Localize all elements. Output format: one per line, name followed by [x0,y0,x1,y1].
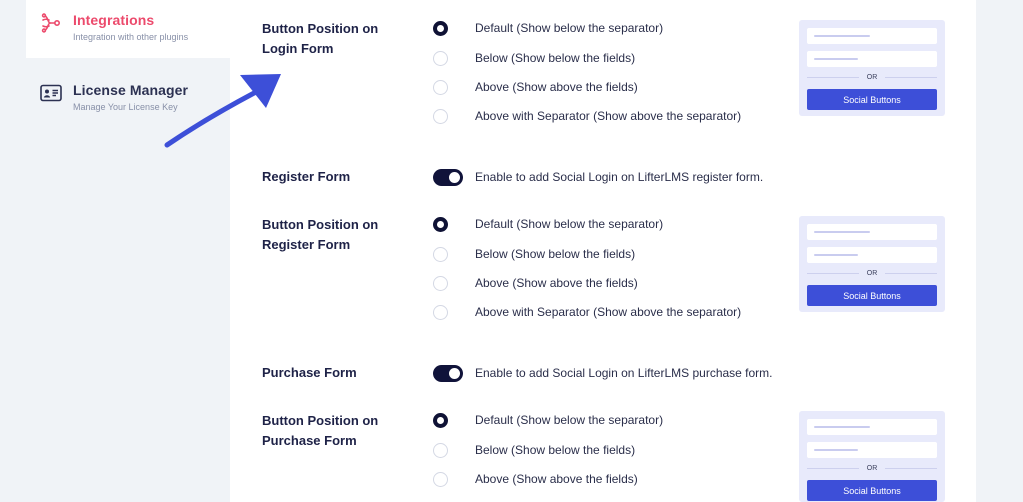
preview-separator: OR [807,72,937,82]
annotation-arrow-icon [164,74,281,148]
register-form-label: Register Form [262,169,351,184]
option-label: Above (Show above the fields) [475,276,638,290]
option-label: Above with Separator (Show above the sep… [475,305,742,319]
radio-button[interactable] [433,79,448,95]
preview-input [807,247,937,263]
preview-separator: OR [807,463,937,473]
login-position-option-default[interactable]: Default (Show below the separator) [433,18,663,38]
radio-button[interactable] [433,108,448,124]
purchase-position-label: Button Position on Purchase Form [262,413,379,448]
purchase-form-toggle-row: Enable to add Social Login on LifterLMS … [433,363,773,383]
social-buttons-preview: Social Buttons [807,480,937,501]
register-position-label: Button Position on Register Form [262,217,379,252]
radio-button[interactable] [433,20,448,36]
purchase-form-label: Purchase Form [262,365,357,380]
register-position-option-above-separator[interactable]: Above with Separator (Show above the sep… [433,302,741,322]
option-label: Above (Show above the fields) [475,472,638,486]
register-position-preview: OR Social Buttons [799,216,945,312]
preview-input [807,28,937,44]
radio-button[interactable] [433,216,448,232]
login-position-option-above[interactable]: Above (Show above the fields) [433,77,638,97]
social-buttons-preview: Social Buttons [807,285,937,306]
sidebar-item-sublabel: Integration with other plugins [73,32,189,42]
register-position-option-default[interactable]: Default (Show below the separator) [433,214,663,234]
option-label: Default (Show below the separator) [475,217,664,231]
register-form-toggle-row: Enable to add Social Login on LifterLMS … [433,167,763,187]
sidebar-item-integrations[interactable]: Integrations Integration with other plug… [26,0,230,58]
preview-input [807,224,937,240]
purchase-position-preview: OR Social Buttons [799,411,945,502]
preview-input [807,51,937,67]
radio-button[interactable] [433,275,448,291]
radio-button[interactable] [433,50,448,66]
integrations-icon [41,13,61,33]
or-text: OR [866,73,878,81]
login-position-preview: OR Social Buttons [799,20,945,116]
preview-input [807,442,937,458]
register-position-option-below[interactable]: Below (Show below the fields) [433,244,635,264]
radio-button[interactable] [433,246,448,262]
login-position-label: Button Position on Login Form [262,21,379,56]
toggle-knob [449,171,460,183]
toggle-description: Enable to add Social Login on LifterLMS … [475,366,773,380]
option-label: Above (Show above the fields) [475,80,638,94]
radio-button[interactable] [433,412,448,428]
register-form-toggle[interactable] [433,168,463,186]
purchase-position-option-below[interactable]: Below (Show below the fields) [433,440,635,460]
settings-panel: Button Position on Login Form Default (S… [230,0,976,502]
register-position-option-above[interactable]: Above (Show above the fields) [433,273,638,293]
option-label: Above with Separator (Show above the sep… [475,109,742,123]
purchase-position-option-above[interactable]: Above (Show above the fields) [433,469,638,489]
option-label: Below (Show below the fields) [475,247,636,261]
option-label: Below (Show below the fields) [475,443,636,457]
purchase-form-toggle[interactable] [433,364,463,382]
toggle-description: Enable to add Social Login on LifterLMS … [475,170,764,184]
login-position-option-above-separator[interactable]: Above with Separator (Show above the sep… [433,106,741,126]
toggle-knob [449,367,460,379]
radio-button[interactable] [433,304,448,320]
or-text: OR [866,269,878,277]
option-label: Default (Show below the separator) [475,21,664,35]
option-label: Default (Show below the separator) [475,413,664,427]
radio-button[interactable] [433,471,448,487]
sidebar-item-label: Integrations [73,12,155,28]
license-card-icon [40,84,62,102]
social-buttons-preview: Social Buttons [807,89,937,110]
radio-button[interactable] [433,442,448,458]
option-label: Below (Show below the fields) [475,51,636,65]
or-text: OR [866,464,878,472]
login-position-option-below[interactable]: Below (Show below the fields) [433,48,635,68]
preview-separator: OR [807,268,937,278]
preview-input [807,419,937,435]
purchase-position-option-default[interactable]: Default (Show below the separator) [433,410,663,430]
